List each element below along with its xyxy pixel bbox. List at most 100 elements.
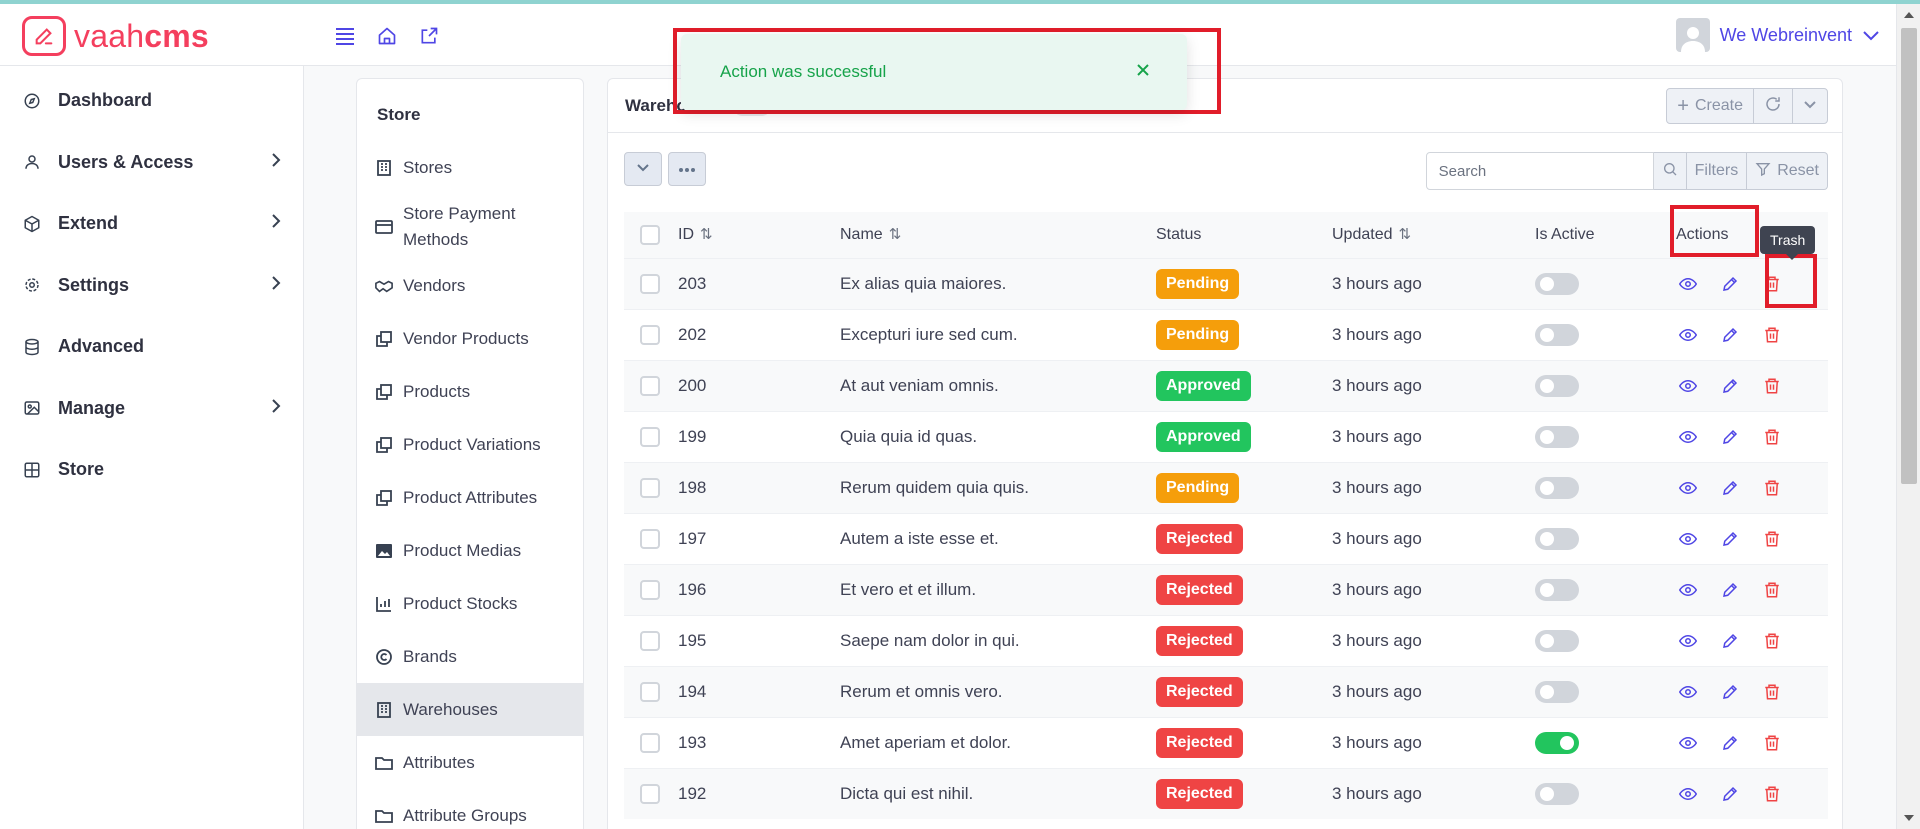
edit-pencil-icon[interactable] <box>1718 578 1742 602</box>
view-eye-icon[interactable] <box>1676 629 1700 653</box>
menu-toggle-icon[interactable] <box>333 24 357 48</box>
view-eye-icon[interactable] <box>1676 782 1700 806</box>
submenu-item-attributes[interactable]: Attributes <box>357 736 583 789</box>
row-checkbox[interactable] <box>640 273 660 294</box>
submenu-item-attribute-groups[interactable]: Attribute Groups <box>357 789 583 829</box>
view-eye-icon[interactable] <box>1676 425 1700 449</box>
trash-icon[interactable] <box>1760 680 1784 704</box>
column-header-label: ID <box>678 226 694 244</box>
is-active-toggle[interactable] <box>1535 578 1579 601</box>
submenu-item-vendor-products[interactable]: Vendor Products <box>357 312 583 365</box>
create-button[interactable]: + Create <box>1667 89 1754 123</box>
row-checkbox[interactable] <box>640 477 660 498</box>
trash-icon[interactable] <box>1760 731 1784 755</box>
external-link-icon[interactable] <box>417 24 441 48</box>
row-checkbox[interactable] <box>640 783 660 804</box>
trash-icon[interactable] <box>1760 323 1784 347</box>
scroll-down-arrow-icon[interactable] <box>1904 815 1914 821</box>
trash-icon[interactable] <box>1760 425 1784 449</box>
edit-pencil-icon[interactable] <box>1718 527 1742 551</box>
submenu-item-stores[interactable]: Stores <box>357 141 583 194</box>
sidebar-item-manage[interactable]: Manage <box>0 378 303 440</box>
view-eye-icon[interactable] <box>1676 476 1700 500</box>
close-icon[interactable] <box>1133 60 1153 80</box>
reset-button[interactable]: Reset <box>1747 152 1828 190</box>
view-eye-icon[interactable] <box>1676 527 1700 551</box>
edit-pencil-icon[interactable] <box>1718 476 1742 500</box>
edit-pencil-icon[interactable] <box>1718 629 1742 653</box>
submenu-item-product-variations[interactable]: Product Variations <box>357 418 583 471</box>
more-options-button[interactable] <box>1793 89 1827 123</box>
edit-pencil-icon[interactable] <box>1718 731 1742 755</box>
column-header-updated[interactable]: Updated ⇅ <box>1332 212 1535 258</box>
edit-pencil-icon[interactable] <box>1718 374 1742 398</box>
view-eye-icon[interactable] <box>1676 374 1700 398</box>
row-checkbox[interactable] <box>640 324 660 345</box>
sidebar-item-settings[interactable]: Settings <box>0 255 303 317</box>
search-button[interactable] <box>1653 152 1687 190</box>
page-scrollbar[interactable] <box>1896 4 1920 829</box>
view-eye-icon[interactable] <box>1676 272 1700 296</box>
submenu-item-products[interactable]: Products <box>357 365 583 418</box>
submenu-item-product-attributes[interactable]: Product Attributes <box>357 471 583 524</box>
bulk-select-dropdown-button[interactable] <box>624 152 662 186</box>
submenu-item-brands[interactable]: Brands <box>357 630 583 683</box>
row-checkbox[interactable] <box>640 681 660 702</box>
edit-pencil-icon[interactable] <box>1718 272 1742 296</box>
edit-pencil-icon[interactable] <box>1718 680 1742 704</box>
select-all-checkbox[interactable] <box>640 224 660 245</box>
trash-icon[interactable] <box>1760 578 1784 602</box>
row-checkbox[interactable] <box>640 528 660 549</box>
edit-pencil-icon[interactable] <box>1718 323 1742 347</box>
submenu-item-warehouses[interactable]: Warehouses <box>357 683 583 736</box>
trash-icon[interactable] <box>1760 782 1784 806</box>
user-menu[interactable]: We Webreinvent <box>1675 18 1880 52</box>
is-active-toggle[interactable] <box>1535 782 1579 805</box>
row-checkbox[interactable] <box>640 375 660 396</box>
sidebar-item-extend[interactable]: Extend <box>0 193 303 255</box>
view-eye-icon[interactable] <box>1676 680 1700 704</box>
home-icon[interactable] <box>375 24 399 48</box>
view-eye-icon[interactable] <box>1676 323 1700 347</box>
edit-pencil-icon[interactable] <box>1718 782 1742 806</box>
submenu-item-product-medias[interactable]: Product Medias <box>357 524 583 577</box>
is-active-toggle[interactable] <box>1535 374 1579 397</box>
sidebar-item-users-access[interactable]: Users & Access <box>0 132 303 194</box>
column-header-name[interactable]: Name ⇅ <box>840 212 1156 258</box>
is-active-toggle[interactable] <box>1535 680 1579 703</box>
row-checkbox[interactable] <box>640 630 660 651</box>
is-active-toggle[interactable] <box>1535 272 1579 295</box>
view-eye-icon[interactable] <box>1676 578 1700 602</box>
trash-icon[interactable] <box>1760 374 1784 398</box>
submenu-item-product-stocks[interactable]: Product Stocks <box>357 577 583 630</box>
sidebar-item-dashboard[interactable]: Dashboard <box>0 70 303 132</box>
row-checkbox[interactable] <box>640 579 660 600</box>
is-active-toggle[interactable] <box>1535 323 1579 346</box>
submenu-item-vendors[interactable]: Vendors <box>357 259 583 312</box>
view-eye-icon[interactable] <box>1676 731 1700 755</box>
trash-icon[interactable] <box>1760 629 1784 653</box>
scroll-up-arrow-icon[interactable] <box>1904 12 1914 18</box>
scrollbar-thumb[interactable] <box>1901 28 1917 484</box>
trash-icon[interactable] <box>1760 476 1784 500</box>
is-active-toggle[interactable] <box>1535 527 1579 550</box>
row-name: Excepturi iure sed cum. <box>840 324 1018 344</box>
column-header-id[interactable]: ID ⇅ <box>678 212 840 258</box>
is-active-toggle[interactable] <box>1535 629 1579 652</box>
sidebar-item-advanced[interactable]: Advanced <box>0 316 303 378</box>
row-checkbox[interactable] <box>640 426 660 447</box>
is-active-toggle[interactable] <box>1535 425 1579 448</box>
submenu-item-store-payment-methods[interactable]: Store Payment Methods <box>357 194 583 259</box>
edit-pencil-icon[interactable] <box>1718 425 1742 449</box>
sidebar-item-store[interactable]: Store <box>0 439 303 501</box>
refresh-button[interactable] <box>1754 89 1793 123</box>
warehouses-panel: Warehouses203 + Create Filte <box>607 78 1843 829</box>
is-active-toggle[interactable] <box>1535 731 1579 754</box>
logo[interactable]: vaahcms <box>22 16 209 56</box>
trash-icon[interactable] <box>1760 527 1784 551</box>
filters-button[interactable]: Filters <box>1686 152 1748 190</box>
row-checkbox[interactable] <box>640 732 660 753</box>
is-active-toggle[interactable] <box>1535 476 1579 499</box>
search-input[interactable] <box>1425 152 1654 190</box>
bulk-more-actions-button[interactable] <box>668 152 706 186</box>
